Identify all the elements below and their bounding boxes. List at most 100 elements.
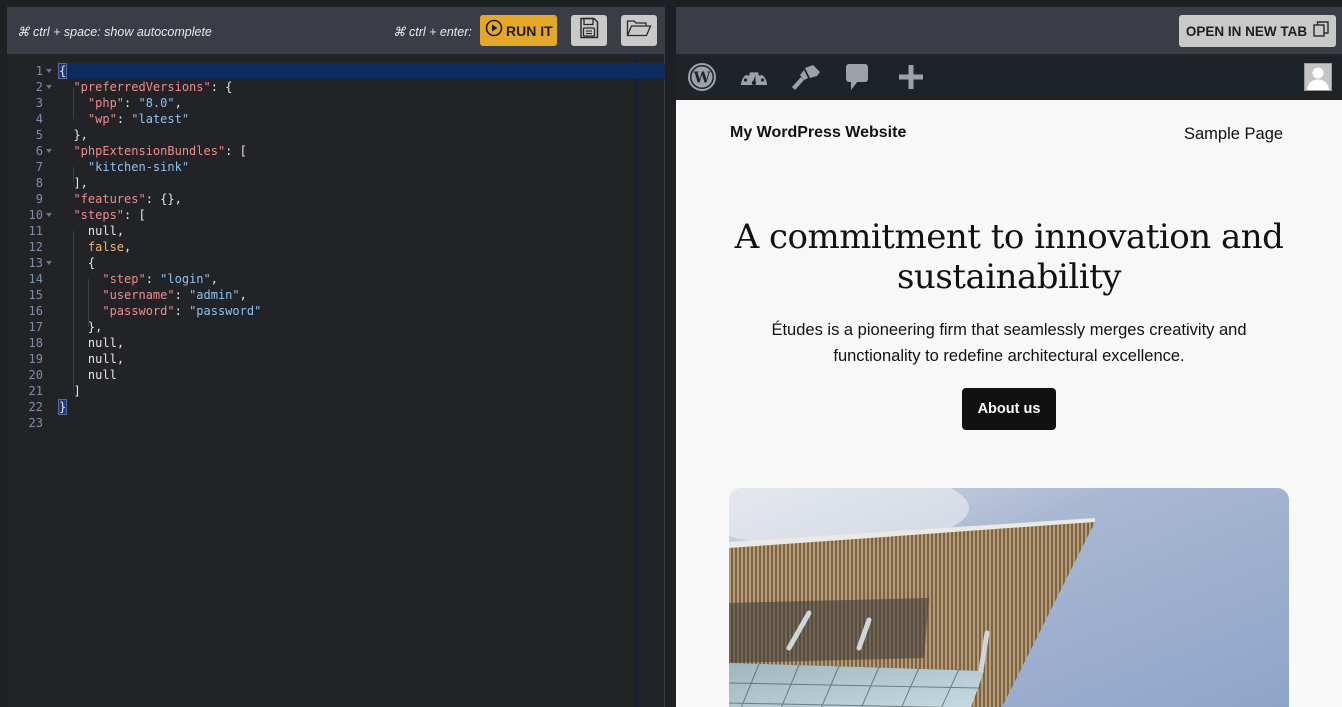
code-text: "wp": "latest" — [87, 112, 190, 126]
line-number: 12 — [28, 240, 43, 254]
code-line[interactable]: 11 null, — [7, 223, 665, 239]
run-shortcut-hint: ⌘ ctrl + enter: — [393, 25, 472, 39]
code-token: "8.0" — [138, 96, 175, 110]
fold-toggle-icon[interactable] — [46, 69, 52, 73]
line-number: 16 — [28, 304, 43, 318]
code-line[interactable]: 8 ], — [7, 175, 665, 191]
code-text: { — [57, 63, 68, 79]
fold-toggle-icon[interactable] — [46, 261, 52, 265]
code-line[interactable]: 13 { — [7, 255, 665, 271]
code-token: { — [57, 63, 68, 79]
open-file-button[interactable] — [621, 15, 657, 46]
code-text: "step": "login", — [102, 272, 218, 286]
wp-admin-bar: W — [676, 54, 1342, 100]
code-token: null — [87, 224, 117, 238]
code-line[interactable]: 2 "preferredVersions": { — [7, 79, 665, 95]
line-number: 17 — [28, 320, 43, 334]
code-token: null — [87, 352, 117, 366]
code-line[interactable]: 9 "features": {}, — [7, 191, 665, 207]
code-line[interactable]: 12 false, — [7, 239, 665, 255]
code-line[interactable]: 21 ] — [7, 383, 665, 399]
site-title[interactable]: My WordPress Website — [730, 124, 906, 142]
code-line[interactable]: 6 "phpExtensionBundles": [ — [7, 143, 665, 159]
code-text: "features": {}, — [73, 192, 182, 206]
code-text: "preferredVersions": { — [73, 80, 233, 94]
code-line[interactable]: 1{ — [7, 63, 665, 79]
line-number: 14 — [28, 272, 43, 286]
line-number: 23 — [28, 416, 43, 430]
code-line[interactable]: 14 "step": "login", — [7, 271, 665, 287]
line-number: 11 — [28, 224, 43, 238]
line-number: 8 — [35, 176, 43, 190]
code-line[interactable]: 20 null — [7, 367, 665, 383]
hero-image — [729, 488, 1289, 707]
line-number: 10 — [28, 208, 43, 222]
line-number: 1 — [35, 64, 43, 78]
code-line[interactable]: 17 }, — [7, 319, 665, 335]
open-in-new-tab-label: OPEN IN NEW TAB — [1185, 23, 1308, 39]
code-line[interactable]: 7 "kitchen-sink" — [7, 159, 665, 175]
open-in-new-tab-button[interactable]: OPEN IN NEW TAB — [1179, 15, 1336, 47]
save-button[interactable] — [571, 15, 607, 46]
code-token: "features" — [73, 192, 146, 206]
code-line[interactable]: 18 null, — [7, 335, 665, 351]
line-number: 13 — [28, 256, 43, 270]
play-circle-icon — [485, 19, 503, 42]
code-line[interactable]: 10 "steps": [ — [7, 207, 665, 223]
code-token: "password" — [102, 304, 175, 318]
code-line[interactable]: 4 "wp": "latest" — [7, 111, 665, 127]
code-text: "password": "password" — [102, 304, 262, 318]
code-text: null, — [87, 336, 125, 350]
code-token: false — [87, 240, 125, 254]
run-button-label: RUN IT — [506, 22, 553, 39]
code-token: } — [57, 399, 68, 415]
line-number: 9 — [35, 192, 43, 206]
user-avatar[interactable] — [1304, 63, 1332, 91]
new-content-plus-icon[interactable] — [896, 62, 926, 92]
line-number: 22 — [28, 400, 43, 414]
code-text: "phpExtensionBundles": [ — [73, 144, 247, 158]
hero-heading: A commitment to innovation and sustainab… — [734, 217, 1284, 297]
code-line[interactable]: 16 "password": "password" — [7, 303, 665, 319]
customize-brush-icon[interactable] — [791, 62, 821, 92]
fold-toggle-icon[interactable] — [46, 213, 52, 217]
code-text: }, — [59, 128, 88, 142]
nav-link-sample-page[interactable]: Sample Page — [1184, 125, 1283, 144]
code-token: null — [87, 368, 117, 382]
code-line[interactable]: 15 "username": "admin", — [7, 287, 665, 303]
fold-toggle-icon[interactable] — [46, 149, 52, 153]
code-token: "kitchen-sink" — [87, 160, 190, 174]
autocomplete-hint: ⌘ ctrl + space: show autocomplete — [17, 25, 212, 39]
code-token: "wp" — [87, 112, 117, 126]
line-number: 18 — [28, 336, 43, 350]
code-line[interactable]: 5 }, — [7, 127, 665, 143]
code-token: "phpExtensionBundles" — [73, 144, 226, 158]
line-number: 6 — [35, 144, 43, 158]
folder-open-icon — [626, 19, 652, 42]
code-text: false, — [87, 240, 132, 254]
code-text: "steps": [ — [73, 208, 146, 222]
code-line[interactable]: 3 "php": "8.0", — [7, 95, 665, 111]
line-number: 7 — [35, 160, 43, 174]
code-token: "php" — [87, 96, 125, 110]
code-token: "login" — [160, 272, 211, 286]
code-token: "step" — [102, 272, 146, 286]
comments-icon[interactable] — [842, 62, 872, 92]
code-token: "username" — [102, 288, 175, 302]
run-button[interactable]: RUN IT — [480, 15, 557, 46]
line-number: 15 — [28, 288, 43, 302]
editor-toolbar: ⌘ ctrl + space: show autocomplete ⌘ ctrl… — [7, 7, 665, 54]
code-token: "latest" — [131, 112, 190, 126]
fold-toggle-icon[interactable] — [46, 85, 52, 89]
code-editor[interactable]: 1{2 "preferredVersions": {3 "php": "8.0"… — [7, 54, 665, 707]
code-line[interactable]: 22} — [7, 399, 665, 415]
line-number: 19 — [28, 352, 43, 366]
wordpress-logo-icon[interactable]: W — [687, 62, 717, 92]
code-text: }, — [59, 320, 103, 334]
code-line[interactable]: 23 — [7, 415, 665, 431]
dashboard-gauge-icon[interactable] — [739, 62, 769, 92]
code-token: "password" — [189, 304, 262, 318]
code-line[interactable]: 19 null, — [7, 351, 665, 367]
code-token: "admin" — [189, 288, 240, 302]
about-us-button[interactable]: About us — [962, 388, 1056, 430]
